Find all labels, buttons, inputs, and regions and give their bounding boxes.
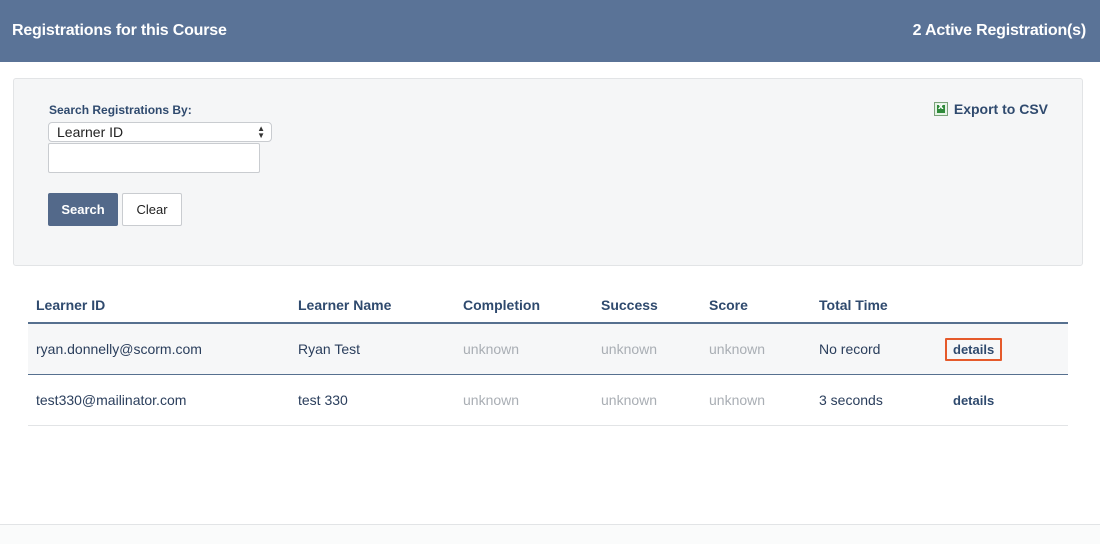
column-header-completion: Completion bbox=[463, 297, 540, 313]
column-header-learner-name: Learner Name bbox=[298, 297, 392, 313]
column-header-score: Score bbox=[709, 297, 748, 313]
search-by-selected-value: Learner ID bbox=[57, 124, 124, 140]
search-panel: Search Registrations By: Learner ID ▲ ▼ S… bbox=[13, 78, 1083, 266]
details-link[interactable]: details bbox=[945, 391, 1002, 410]
registrations-table: Learner ID Learner Name Completion Succe… bbox=[28, 288, 1068, 426]
cell-completion: unknown bbox=[463, 392, 520, 408]
cell-success: unknown bbox=[601, 392, 658, 408]
footer-divider bbox=[0, 524, 1100, 544]
cell-action: details bbox=[945, 337, 1068, 361]
cell-score: unknown bbox=[709, 341, 766, 357]
cell-learner-id: ryan.donnelly@scorm.com bbox=[36, 341, 202, 357]
cell-action: details bbox=[945, 391, 1068, 410]
cell-completion: unknown bbox=[463, 341, 520, 357]
search-button[interactable]: Search bbox=[48, 193, 118, 226]
active-registrations-count: 2 Active Registration(s) bbox=[912, 22, 1087, 39]
table-header-row: Learner ID Learner Name Completion Succe… bbox=[28, 288, 1068, 324]
search-by-select[interactable]: Learner ID ▲ ▼ bbox=[48, 122, 272, 142]
export-csv-label: Export to CSV bbox=[953, 101, 1048, 117]
column-header-success: Success bbox=[601, 297, 658, 313]
cell-score: unknown bbox=[709, 392, 766, 408]
cell-total-time: No record bbox=[819, 341, 881, 357]
details-link[interactable]: details bbox=[945, 337, 1003, 361]
cell-learner-id: test330@mailinator.com bbox=[36, 392, 187, 408]
registrations-header: Registrations for this Course 2 Active R… bbox=[0, 0, 1100, 62]
search-label: Search Registrations By: bbox=[49, 103, 192, 117]
column-header-total-time: Total Time bbox=[819, 297, 888, 313]
page-title: Registrations for this Course bbox=[12, 22, 227, 39]
excel-icon bbox=[933, 102, 948, 116]
cell-learner-name: test 330 bbox=[298, 392, 348, 408]
table-row: ryan.donnelly@scorm.com Ryan Test unknow… bbox=[28, 324, 1068, 375]
cell-success: unknown bbox=[601, 341, 658, 357]
clear-button[interactable]: Clear bbox=[122, 193, 182, 226]
column-header-learner-id: Learner ID bbox=[36, 297, 106, 313]
cell-learner-name: Ryan Test bbox=[298, 341, 360, 357]
select-arrows-icon: ▲ ▼ bbox=[257, 124, 265, 140]
search-input[interactable] bbox=[48, 143, 260, 173]
export-csv-link[interactable]: Export to CSV bbox=[933, 101, 1048, 117]
table-row: test330@mailinator.com test 330 unknown … bbox=[28, 375, 1068, 426]
cell-total-time: 3 seconds bbox=[819, 392, 883, 408]
